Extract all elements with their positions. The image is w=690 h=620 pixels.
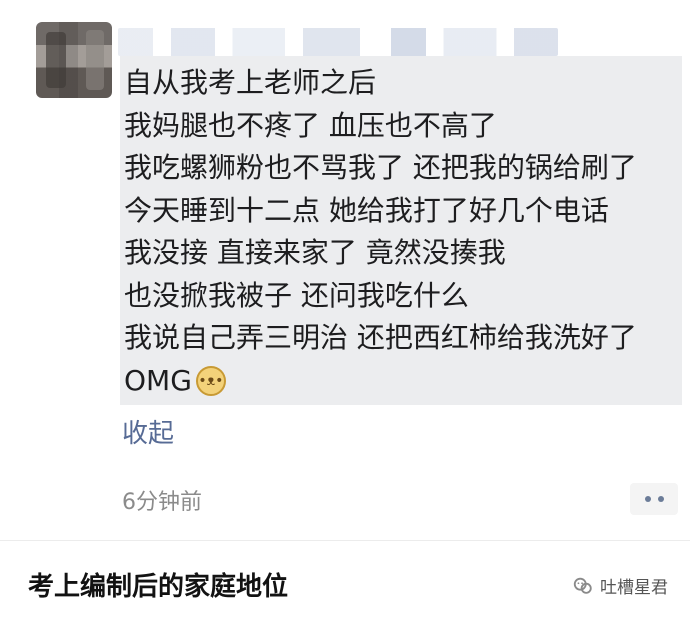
dot	[657, 496, 664, 502]
post-content: 自从我考上老师之后 我妈腿也不疼了 血压也不高了 我吃螺狮粉也不骂我了 还把我的…	[120, 56, 682, 405]
post-line: 我没接 直接来家了 竟然没揍我	[124, 236, 506, 269]
post-time: 6分钟前	[122, 490, 202, 515]
omg-text: OMG	[124, 363, 192, 397]
brand: 吐槽星君	[572, 573, 668, 598]
post-line: 我说自己弄三明治 还把西红柿给我洗好了	[124, 321, 637, 354]
post-line-omg: OMG •ᴥ•	[124, 360, 674, 403]
dot	[644, 496, 651, 502]
collapse-link[interactable]: 收起	[122, 413, 174, 450]
post-line: 自从我考上老师之后	[124, 66, 377, 99]
username-blurred[interactable]	[118, 28, 558, 56]
wechat-icon	[573, 577, 592, 594]
post-line: 我吃螺狮粉也不骂我了 还把我的锅给刷了	[124, 151, 637, 184]
divider	[0, 540, 690, 541]
doge-emoji-icon: •ᴥ•	[195, 365, 226, 396]
brand-name: 吐槽星君	[600, 578, 668, 598]
post-line: 也没掀我被子 还问我吃什么	[124, 278, 469, 312]
more-dots-icon	[644, 496, 664, 502]
post-line: 我妈腿也不疼了 血压也不高了	[124, 108, 497, 142]
avatar[interactable]	[36, 22, 112, 98]
caption: 考上编制后的家庭地位	[28, 572, 289, 602]
more-button[interactable]	[630, 483, 678, 515]
post-line: 今天睡到十二点 她给我打了好几个电话	[124, 193, 609, 227]
